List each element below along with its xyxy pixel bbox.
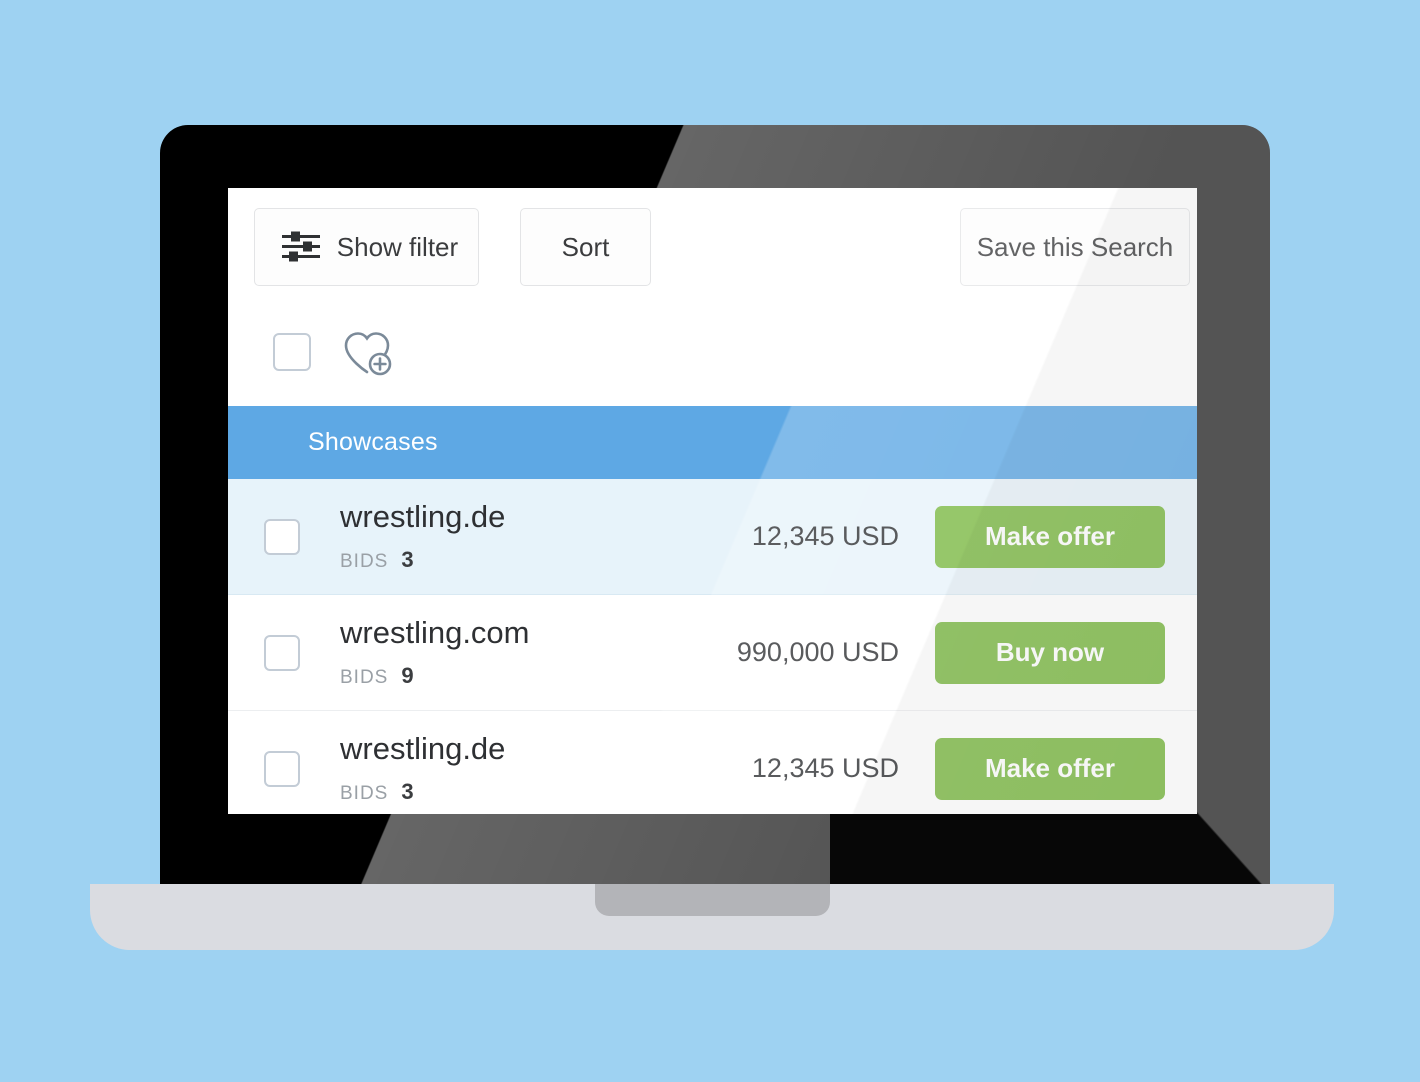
row-details: wrestling.com BIDS 9: [318, 617, 737, 689]
listing-price: 12,345 USD: [751, 521, 899, 551]
bids-count: 9: [401, 662, 414, 688]
save-search-label: Save this Search: [976, 231, 1174, 262]
row-select-cell: [228, 518, 318, 555]
listing-cta-button[interactable]: Make offer: [935, 505, 1165, 568]
search-toolbar: Show filter Sort Save this Search: [228, 188, 1197, 298]
domain-name: wrestling.de: [340, 730, 506, 766]
listings-table: wrestling.de BIDS 3 12,345 USD Make offer wre…: [228, 479, 1197, 814]
bids-count: 3: [401, 778, 414, 804]
showcases-header: Showcases: [228, 406, 1197, 496]
row-details: wrestling.de BIDS 3: [318, 501, 752, 573]
table-row[interactable]: wrestling.de BIDS 3 12,345 USD Make offer: [228, 711, 1197, 814]
laptop-mockup: Show filter Sort Save this Search Showca…: [0, 0, 1420, 1082]
row-action-cell: Make offer: [935, 505, 1197, 568]
table-row[interactable]: wrestling.de BIDS 3 12,345 USD Make offer: [228, 479, 1197, 595]
sort-button[interactable]: Sort: [520, 208, 651, 286]
heart-plus-icon[interactable]: [341, 326, 393, 378]
listing-cta-button[interactable]: Make offer: [935, 737, 1165, 800]
bids-label: BIDS: [340, 550, 389, 572]
browser-viewport: Show filter Sort Save this Search Showca…: [228, 188, 1197, 814]
domain-name: wrestling.de: [340, 498, 506, 534]
domain-name: wrestling.com: [340, 614, 530, 650]
bids-label: BIDS: [340, 666, 389, 688]
row-select-checkbox[interactable]: [264, 750, 300, 787]
row-action-cell: Buy now: [935, 621, 1197, 684]
row-details: wrestling.de BIDS 3: [318, 733, 752, 805]
bids-count: 3: [401, 546, 414, 572]
bids-label: BIDS: [340, 782, 389, 804]
row-select-checkbox[interactable]: [264, 634, 300, 671]
showcases-label: Showcases: [308, 428, 438, 456]
save-search-button[interactable]: Save this Search: [960, 208, 1190, 286]
bids-line: BIDS 9: [340, 663, 737, 689]
bulk-actions-row: [228, 298, 1197, 406]
row-action-cell: Make offer: [935, 737, 1197, 800]
show-filter-button[interactable]: Show filter: [254, 208, 479, 286]
show-filter-label: Show filter: [336, 231, 459, 262]
row-select-checkbox[interactable]: [264, 518, 300, 555]
row-select-cell: [228, 634, 318, 671]
bids-line: BIDS 3: [340, 779, 752, 805]
sliders-icon: [281, 230, 321, 264]
listing-price: 990,000 USD: [736, 637, 899, 667]
select-all-checkbox[interactable]: [273, 333, 311, 371]
laptop-hinge-notch: [595, 884, 830, 916]
listing-cta-button[interactable]: Buy now: [935, 621, 1165, 684]
listing-price: 12,345 USD: [751, 753, 899, 783]
table-row[interactable]: wrestling.com BIDS 9 990,000 USD Buy now: [228, 595, 1197, 711]
bids-line: BIDS 3: [340, 547, 752, 573]
sort-label: Sort: [561, 231, 610, 262]
row-select-cell: [228, 750, 318, 787]
